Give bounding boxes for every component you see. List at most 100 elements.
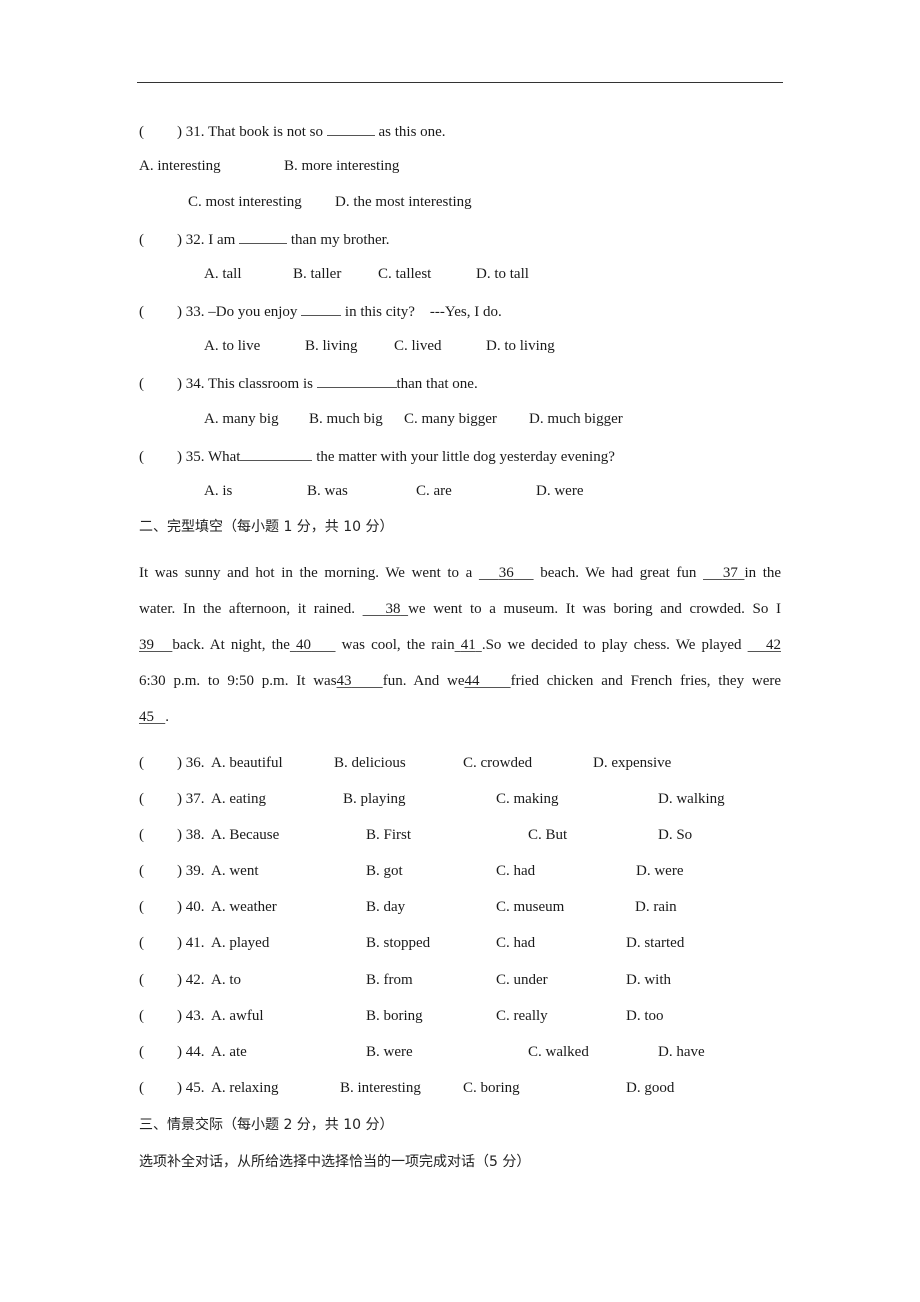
paren-close: )	[177, 791, 182, 807]
option-d: D. were	[536, 483, 584, 499]
option-c: C. under	[496, 972, 548, 988]
question-stem: –Do you enjoy	[208, 304, 298, 320]
answer-blank	[240, 446, 313, 461]
cloze-blank-45: 45	[139, 709, 165, 725]
option-b: B. delicious	[334, 755, 406, 771]
option-d: D. the most interesting	[335, 194, 472, 210]
option-a: A. relaxing	[211, 1080, 279, 1096]
cloze-blank-41: 41	[455, 637, 482, 653]
question-number: 31.	[185, 124, 205, 140]
option-a: A. ate	[211, 1044, 247, 1060]
passage-line: It was sunny and hot in the morning. We …	[139, 555, 781, 591]
section-instruction: 选项补全对话，从所给选择中选择恰当的一项完成对话（5 分）	[139, 1154, 531, 1170]
answer-paren[interactable]: () 41.	[139, 934, 205, 952]
question-number: 40.	[185, 899, 205, 915]
blank-number: 41	[460, 637, 476, 653]
option-a: A. Because	[211, 827, 280, 843]
paren-open: (	[139, 449, 144, 465]
answer-blank	[301, 301, 342, 316]
cloze-blank-42: 42	[748, 637, 781, 653]
option-a: A. weather	[211, 899, 277, 915]
answer-paren[interactable]: () 44.	[139, 1043, 205, 1061]
passage-text: we went to a museum. It was boring and c…	[408, 601, 782, 617]
option-d: D. much bigger	[529, 411, 623, 427]
paren-open: (	[139, 232, 144, 248]
option-d: D. rain	[635, 899, 677, 915]
blank-number: 40	[296, 637, 312, 653]
answer-paren[interactable]: (	[139, 448, 177, 466]
option-c: C. But	[528, 827, 568, 843]
option-a: A. to live	[204, 338, 261, 354]
option-c: C. walked	[528, 1044, 589, 1060]
option-a: A. to	[211, 972, 241, 988]
blank-number: 42	[765, 637, 781, 653]
option-b: B. interesting	[340, 1080, 421, 1096]
cloze-blank-36: 36	[479, 565, 534, 581]
answer-paren[interactable]: (	[139, 303, 177, 321]
cloze-blank-44: 44	[465, 673, 511, 689]
option-b: B. playing	[343, 791, 406, 807]
answer-blank	[326, 121, 375, 136]
cloze-blank-37: 37	[703, 565, 744, 581]
passage-line: 39 back. At night, the 40 was cool, the …	[139, 627, 781, 663]
question-number: 37.	[185, 791, 205, 807]
answer-paren[interactable]: () 45.	[139, 1079, 205, 1097]
passage-text: It was sunny and hot in the morning. We …	[139, 565, 473, 581]
answer-paren[interactable]: () 37.	[139, 790, 205, 808]
section-heading-dialogue: 三、情景交际（每小题 2 分，共 10 分）	[139, 1117, 394, 1133]
question-stem-end: as this one.	[378, 124, 446, 140]
question-34: () 34. This classroom is than that one.	[139, 373, 478, 393]
header-rule	[137, 82, 783, 83]
question-number: 43.	[185, 1008, 205, 1024]
cloze-blank-39: 39	[139, 637, 172, 653]
question-number: 45.	[185, 1080, 205, 1096]
answer-paren[interactable]: (	[139, 123, 177, 141]
passage-text: in the	[744, 565, 782, 581]
option-d: D. to tall	[476, 266, 529, 282]
paren-close: )	[177, 863, 182, 879]
option-d: D. have	[658, 1044, 705, 1060]
question-number: 41.	[185, 935, 205, 951]
passage-line: 6:30 p.m. to 9:50 p.m. It was43 fun. And…	[139, 663, 781, 699]
paren-close: )	[177, 376, 182, 392]
option-c: C. most interesting	[188, 194, 302, 210]
option-b: B. more interesting	[284, 158, 400, 174]
answer-paren[interactable]: () 38.	[139, 826, 205, 844]
answer-paren[interactable]: () 43.	[139, 1007, 205, 1025]
option-d: D. to living	[486, 338, 555, 354]
passage-text: back. At night, the	[172, 637, 290, 653]
answer-paren[interactable]: () 36.	[139, 754, 205, 772]
question-number: 32.	[185, 232, 205, 248]
paren-open: (	[139, 972, 144, 988]
option-c: C. lived	[394, 338, 442, 354]
section-heading-cloze: 二、完型填空（每小题 1 分，共 10 分）	[139, 519, 394, 535]
question-stem-end: than that one.	[396, 376, 478, 392]
passage-text: .So we decided to play chess. We played	[481, 637, 742, 653]
paren-open: (	[139, 1044, 144, 1060]
question-stem-end: in this city? ---Yes, I do.	[344, 304, 502, 320]
question-stem: That book is not so	[207, 124, 323, 140]
paren-close: )	[177, 899, 182, 915]
answer-paren[interactable]: () 39.	[139, 862, 205, 880]
answer-paren[interactable]: (	[139, 375, 177, 393]
option-c: C. many bigger	[404, 411, 497, 427]
passage-line: 45 .	[139, 699, 781, 735]
option-a: A. is	[204, 483, 233, 499]
option-a: A. many big	[204, 411, 279, 427]
option-c: C. making	[496, 791, 559, 807]
option-a: A. played	[211, 935, 270, 951]
question-stem: This classroom is	[207, 376, 313, 392]
question-number: 44.	[185, 1044, 205, 1060]
question-31: () 31. That book is not so as this one.	[139, 121, 446, 141]
answer-paren[interactable]: (	[139, 231, 177, 249]
option-a: A. tall	[204, 266, 242, 282]
answer-paren[interactable]: () 42.	[139, 971, 205, 989]
paren-open: (	[139, 827, 144, 843]
answer-paren[interactable]: () 40.	[139, 898, 205, 916]
paren-open: (	[139, 304, 144, 320]
passage-text: beach. We had great fun	[540, 565, 697, 581]
option-d: D. expensive	[593, 755, 672, 771]
option-b: B. got	[366, 863, 403, 879]
answer-blank	[316, 373, 397, 388]
question-33: () 33. –Do you enjoy in this city? ---Ye…	[139, 301, 502, 321]
